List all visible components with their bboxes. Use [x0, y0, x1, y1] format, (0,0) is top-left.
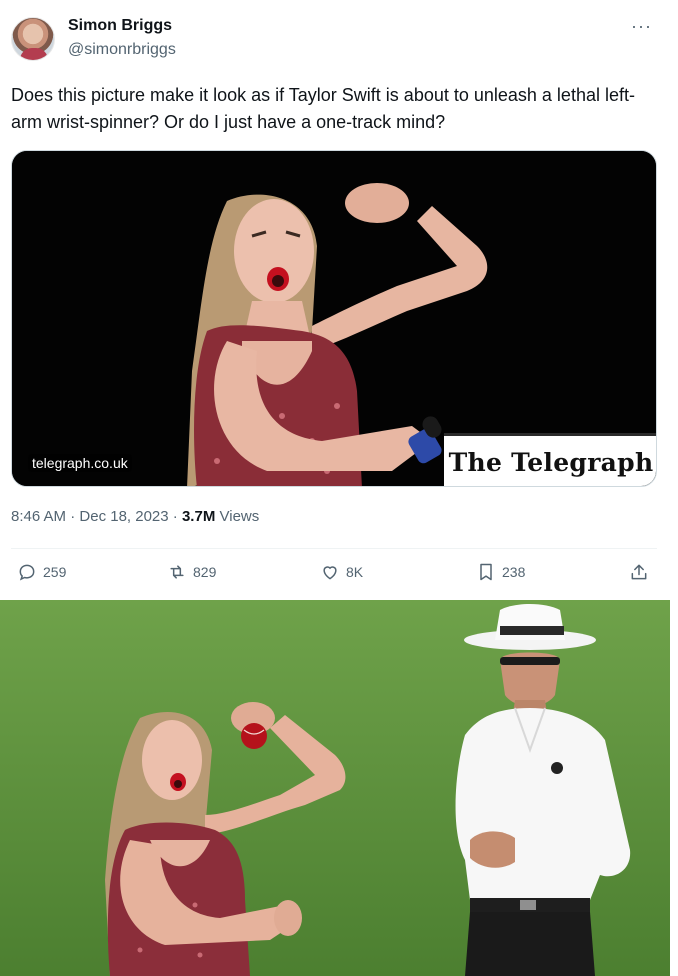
like-button[interactable]: 8K — [320, 562, 363, 582]
card-brand-logo: The Telegraph — [444, 433, 656, 486]
share-button[interactable] — [629, 562, 649, 582]
repost-count: 829 — [193, 564, 217, 580]
views-label: Views — [219, 508, 260, 525]
link-card[interactable]: telegraph.co.uk The Telegraph — [11, 150, 657, 487]
reply-icon — [19, 564, 35, 581]
views-count: 3.7M — [181, 508, 216, 525]
bookmark-count: 238 — [502, 564, 526, 580]
cricket-composite-image — [0, 600, 670, 976]
divider — [11, 548, 657, 549]
repost-button[interactable]: 829 — [167, 562, 216, 582]
like-icon — [323, 566, 337, 580]
share-icon — [631, 564, 647, 580]
more-icon[interactable]: ··· — [631, 17, 652, 35]
tweet: Simon Briggs @simonrbriggs ··· Does this… — [0, 0, 678, 598]
reply-button[interactable]: 259 — [17, 562, 66, 582]
author-name[interactable]: Simon Briggs — [68, 17, 172, 35]
like-count: 8K — [346, 564, 364, 580]
repost-icon — [170, 565, 184, 579]
action-bar: 259 829 8K 238 — [11, 562, 661, 588]
bookmark-button[interactable]: 238 — [476, 562, 525, 582]
tweet-meta: 8:46 AM · Dec 18, 2023 · 3.7M Views — [11, 508, 260, 525]
tweet-date[interactable]: Dec 18, 2023 — [79, 508, 168, 525]
author-handle[interactable]: @simonrbriggs — [68, 41, 176, 59]
bookmark-icon — [480, 563, 492, 581]
tweet-time[interactable]: 8:46 AM — [11, 508, 66, 525]
tweet-text: Does this picture make it look as if Tay… — [11, 85, 635, 132]
reply-count: 259 — [43, 564, 67, 580]
card-domain: telegraph.co.uk — [28, 454, 132, 472]
composite-photo — [0, 600, 670, 976]
avatar[interactable] — [11, 17, 55, 61]
